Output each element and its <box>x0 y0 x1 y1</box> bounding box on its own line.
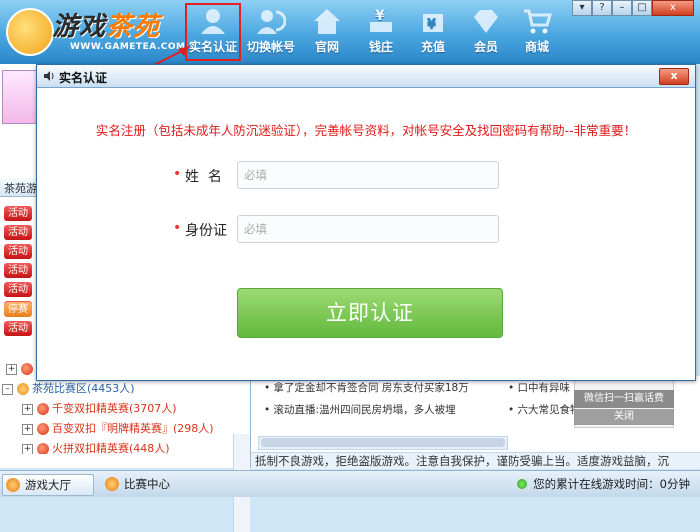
qr-caption: 微信扫一扫赢话费 <box>574 390 674 408</box>
id-label: 身份证 <box>185 223 227 239</box>
menu-dropdown-button[interactable]: ▾ <box>572 0 592 16</box>
tab-contest-center[interactable]: 比赛中心 <box>102 474 204 494</box>
speaker-icon <box>44 71 54 81</box>
news-hscrollbar[interactable] <box>258 436 508 450</box>
nav-label: 商城 <box>524 40 549 54</box>
expand-icon[interactable]: + <box>22 443 33 454</box>
nav-member-button[interactable]: 会员 <box>459 4 513 60</box>
activity-tag[interactable]: 活动 <box>4 282 32 297</box>
recharge-icon: ¥ <box>423 14 443 32</box>
collapse-icon[interactable]: – <box>2 383 13 395</box>
activity-tag[interactable]: 活动 <box>4 225 32 240</box>
tab-game-lobby[interactable]: 游戏大厅 <box>2 474 94 496</box>
nav-home-button[interactable]: 官网 <box>300 4 354 60</box>
nav-label: 切换帐号 <box>246 40 295 54</box>
top-banner: 游戏茶苑 WWW.GAMETEA.COM 实名认证 切换帐号 官网 ¥ 钱庄 ¥… <box>0 0 700 64</box>
home-icon <box>314 9 340 34</box>
nav-label: 会员 <box>473 40 498 54</box>
id-number-input[interactable] <box>237 215 499 243</box>
game-icon <box>21 363 33 375</box>
required-mark: • <box>173 166 182 182</box>
activity-tag[interactable]: 活动 <box>4 244 32 259</box>
news-link[interactable]: • 拿了定金却不肯签合同 房东支付买家18万 <box>264 380 469 395</box>
expand-icon[interactable]: + <box>22 423 33 435</box>
name-label: 姓 名 <box>185 169 222 185</box>
dialog-notice: 实名注册（包括未成年人防沉迷验证），完善帐号资料，对帐号安全及找回密码有帮助--… <box>95 123 637 138</box>
real-name-dialog: 实名认证 x 实名注册（包括未成年人防沉迷验证），完善帐号资料，对帐号安全及找回… <box>36 64 696 381</box>
news-link[interactable]: • 口中有异味 竟 <box>508 380 584 395</box>
maximize-button[interactable]: □ <box>632 0 652 16</box>
minimize-button[interactable]: – <box>612 0 632 16</box>
dialog-title: 实名认证 <box>59 71 108 85</box>
switch-account-icon <box>257 10 286 34</box>
news-link[interactable]: • 滚动直播:温州四间民房坍塌，多人被埋 <box>264 402 456 417</box>
tree-contest-zone[interactable]: – 茶苑比赛区(4453人) <box>2 380 135 398</box>
expand-icon[interactable]: + <box>22 403 33 415</box>
id-card-icon <box>201 9 225 34</box>
tree-item-contest[interactable]: + 百变双扣『明牌精英赛』(298人) <box>22 420 214 438</box>
contest-icon <box>105 477 119 491</box>
online-time: 您的累计在线游戏时间：0分钟 <box>517 474 690 494</box>
suspended-tag[interactable]: 停赛 <box>4 302 32 317</box>
diamond-icon <box>474 10 498 33</box>
nav-mall-button[interactable]: 商城 <box>510 4 564 60</box>
online-status-icon <box>517 479 528 489</box>
window-close-button[interactable]: x <box>652 0 694 16</box>
game-icon <box>37 403 49 415</box>
news-link[interactable]: • 六大常见食物 <box>508 402 581 417</box>
lobby-icon <box>6 478 20 492</box>
verify-submit-button[interactable]: 立即认证 <box>237 288 503 338</box>
cart-icon <box>524 9 552 34</box>
trophy-icon <box>17 383 29 395</box>
bank-icon: ¥ <box>370 8 392 32</box>
name-input[interactable] <box>237 161 499 189</box>
activity-tag[interactable]: 活动 <box>4 263 32 278</box>
qr-close-button[interactable]: 关闭 <box>574 409 674 425</box>
logo-title: 游戏茶苑 <box>52 12 161 42</box>
game-icon <box>37 443 49 454</box>
nav-label: 官网 <box>314 40 339 54</box>
game-icon <box>37 423 49 435</box>
logo-badge-icon <box>6 8 54 56</box>
activity-tag[interactable]: 活动 <box>4 206 32 221</box>
dialog-titlebar[interactable]: 实名认证 x <box>37 65 695 88</box>
tree-item-contest[interactable]: + 千变双扣精英赛(3707人) <box>22 400 177 418</box>
dialog-close-button[interactable]: x <box>659 68 689 85</box>
svg-text:¥: ¥ <box>427 17 436 32</box>
scroll-thumb[interactable] <box>261 438 505 447</box>
required-mark: • <box>173 220 182 236</box>
help-button[interactable]: ? <box>592 0 612 16</box>
nav-bank-button[interactable]: ¥ 钱庄 <box>354 4 408 60</box>
nav-recharge-button[interactable]: ¥ 充值 <box>406 4 460 60</box>
nav-switch-account-button[interactable]: 切换帐号 <box>244 4 298 60</box>
tree-item-contest[interactable]: + 火拼双扣精英赛(448人) <box>22 440 170 454</box>
nav-label: 充值 <box>420 40 445 54</box>
notice-marquee: 抵制不良游戏，拒绝盗版游戏。注意自我保护，谨防受骗上当。适度游戏益脑，沉 <box>251 452 700 469</box>
svg-text:¥: ¥ <box>375 8 385 24</box>
nav-label: 钱庄 <box>368 40 393 54</box>
activity-tag[interactable]: 活动 <box>4 321 32 336</box>
status-bar: 游戏大厅 比赛中心 您的累计在线游戏时间：0分钟 <box>0 470 700 497</box>
game-tab-label: 茶苑游 <box>4 182 37 195</box>
expand-icon[interactable]: + <box>6 363 17 375</box>
